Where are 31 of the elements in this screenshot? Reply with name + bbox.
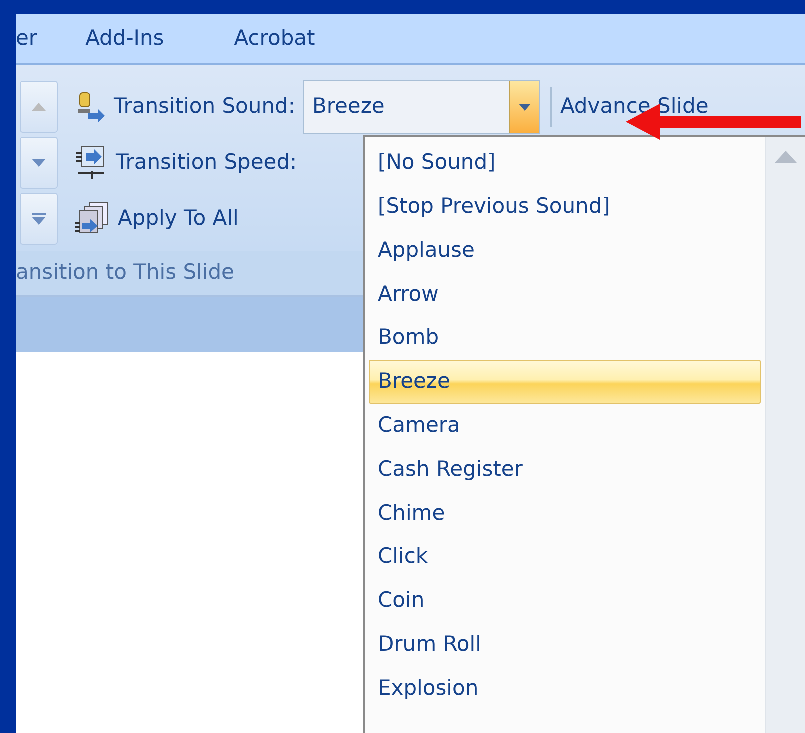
sound-option[interactable]: Camera (369, 404, 761, 448)
dropdown-button[interactable] (509, 81, 540, 133)
scroll-up-icon (32, 103, 46, 111)
ribbon-tab[interactable]: er (16, 22, 38, 54)
ribbon-tab[interactable]: Acrobat (234, 22, 316, 54)
apply-to-all-button[interactable]: Apply To All (118, 203, 239, 235)
gallery-scroll-button[interactable] (20, 81, 58, 133)
sound-option[interactable]: Coin (369, 578, 761, 623)
caret-icon (518, 104, 531, 110)
sound-option[interactable]: Arrow (369, 272, 761, 316)
sound-option[interactable]: Drum Roll (369, 622, 761, 667)
scroll-down-icon (32, 159, 46, 167)
group-label: ansition to This Slide (16, 259, 234, 286)
more-icon (32, 213, 46, 225)
sound-option[interactable]: Bomb (369, 316, 761, 360)
sound-option[interactable]: Explosion (369, 666, 761, 710)
sound-option[interactable]: Cash Register (369, 448, 761, 492)
sound-option[interactable]: [No Sound] (369, 141, 761, 185)
gallery-scroll-button[interactable] (20, 193, 58, 245)
sound-option[interactable]: [Stop Previous Sound] (369, 184, 761, 229)
sound-combo-box[interactable]: Breeze (303, 80, 540, 134)
scroll-up-icon[interactable] (774, 151, 796, 163)
sound-option[interactable]: Applause (369, 228, 761, 272)
ribbon-tab[interactable]: Add-Ins (86, 22, 164, 54)
gallery-scroll-button[interactable] (20, 137, 58, 189)
advance-slide-label: Advance Slide (560, 93, 709, 120)
combo-label: Transition Sound: (114, 93, 296, 120)
sound-option[interactable]: Breeze (369, 360, 761, 404)
sound-option[interactable]: Chime (369, 491, 761, 536)
sound-option[interactable]: Click (369, 535, 761, 579)
combo-label: Transition Speed: (116, 149, 298, 176)
